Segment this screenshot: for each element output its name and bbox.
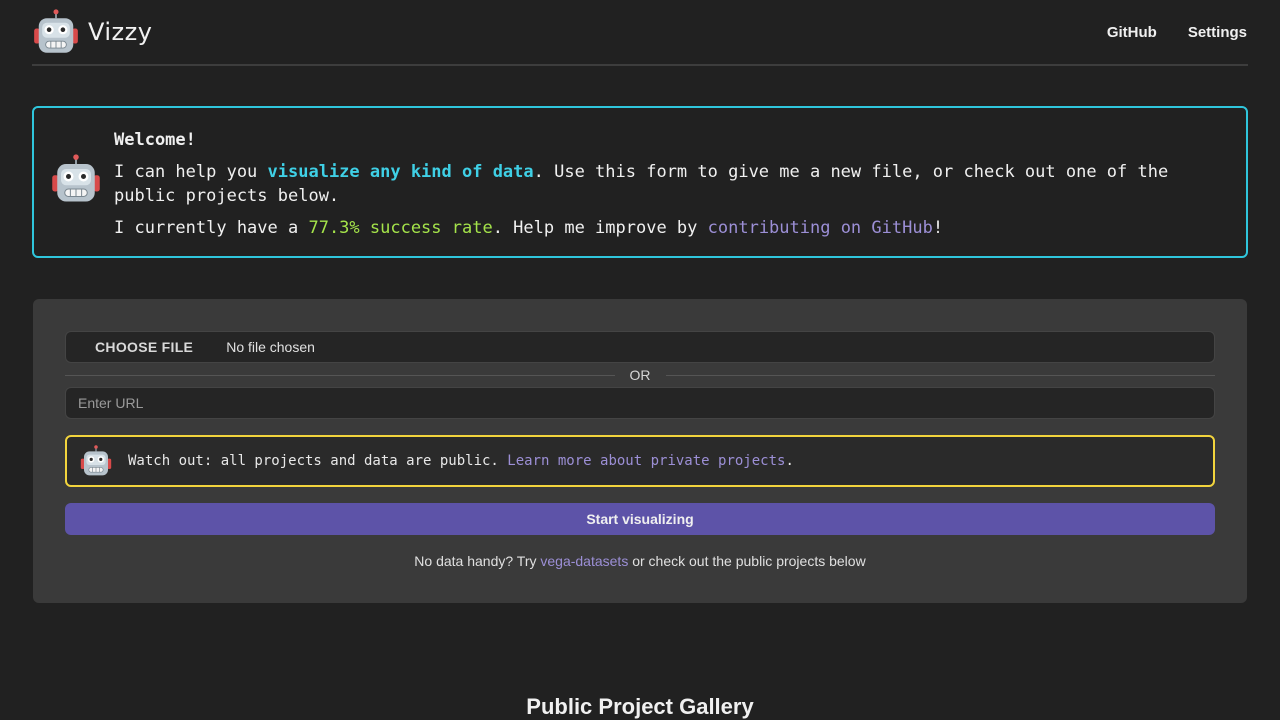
brand[interactable]: Vizzy bbox=[32, 9, 152, 55]
welcome-highlight: visualize any kind of data bbox=[267, 162, 534, 182]
divider-line bbox=[65, 374, 615, 376]
welcome-line-2-prefix: I currently have a bbox=[114, 218, 309, 238]
welcome-line-2: I currently have a 77.3% success rate. H… bbox=[114, 216, 1206, 240]
warning-suffix: . bbox=[785, 453, 794, 469]
hint-suffix: or check out the public projects below bbox=[628, 553, 866, 569]
vega-datasets-link[interactable]: vega-datasets bbox=[540, 553, 628, 569]
welcome-panel: Welcome! I can help you visualize any ki… bbox=[32, 106, 1248, 258]
contributing-github-link[interactable]: contributing on GitHub bbox=[708, 218, 933, 238]
upload-form-card: CHOOSE FILE No file chosen OR Watch out:… bbox=[33, 299, 1247, 603]
hint-prefix: No data handy? Try bbox=[414, 553, 541, 569]
or-divider: OR bbox=[65, 367, 1215, 383]
gallery-title: Public Project Gallery bbox=[526, 694, 754, 719]
brand-name: Vizzy bbox=[88, 18, 153, 46]
top-header: Vizzy GitHub Settings bbox=[32, 0, 1248, 66]
file-status: No file chosen bbox=[226, 339, 315, 355]
warning-text: Watch out: all projects and data are pub… bbox=[128, 453, 508, 469]
divider-line bbox=[665, 374, 1215, 376]
file-input[interactable]: CHOOSE FILE No file chosen bbox=[65, 331, 1215, 363]
welcome-title: Welcome! bbox=[114, 130, 196, 150]
public-warning: Watch out: all projects and data are pub… bbox=[65, 435, 1215, 487]
nav-settings-link[interactable]: Settings bbox=[1188, 24, 1247, 41]
or-label: OR bbox=[629, 367, 651, 383]
welcome-line-1-prefix: I can help you bbox=[114, 162, 268, 182]
robot-icon bbox=[33, 9, 79, 54]
start-visualizing-button[interactable]: Start visualizing bbox=[65, 503, 1215, 535]
nav-github-link[interactable]: GitHub bbox=[1107, 24, 1157, 41]
data-hint: No data handy? Try vega-datasets or chec… bbox=[33, 553, 1247, 569]
robot-icon bbox=[80, 445, 112, 477]
welcome-line-2-suffix: ! bbox=[932, 218, 944, 238]
url-input[interactable] bbox=[65, 387, 1215, 419]
choose-file-button[interactable]: CHOOSE FILE bbox=[95, 339, 193, 355]
private-projects-link[interactable]: Learn more about private projects bbox=[507, 453, 785, 469]
welcome-line-2-middle: . Help me improve by bbox=[492, 218, 708, 238]
success-rate: 77.3% success rate bbox=[308, 218, 493, 238]
robot-icon bbox=[51, 154, 101, 203]
top-nav: GitHub Settings bbox=[1107, 24, 1248, 41]
welcome-text: Welcome! I can help you visualize any ki… bbox=[114, 128, 1206, 248]
welcome-line-1: I can help you visualize any kind of dat… bbox=[114, 160, 1206, 208]
